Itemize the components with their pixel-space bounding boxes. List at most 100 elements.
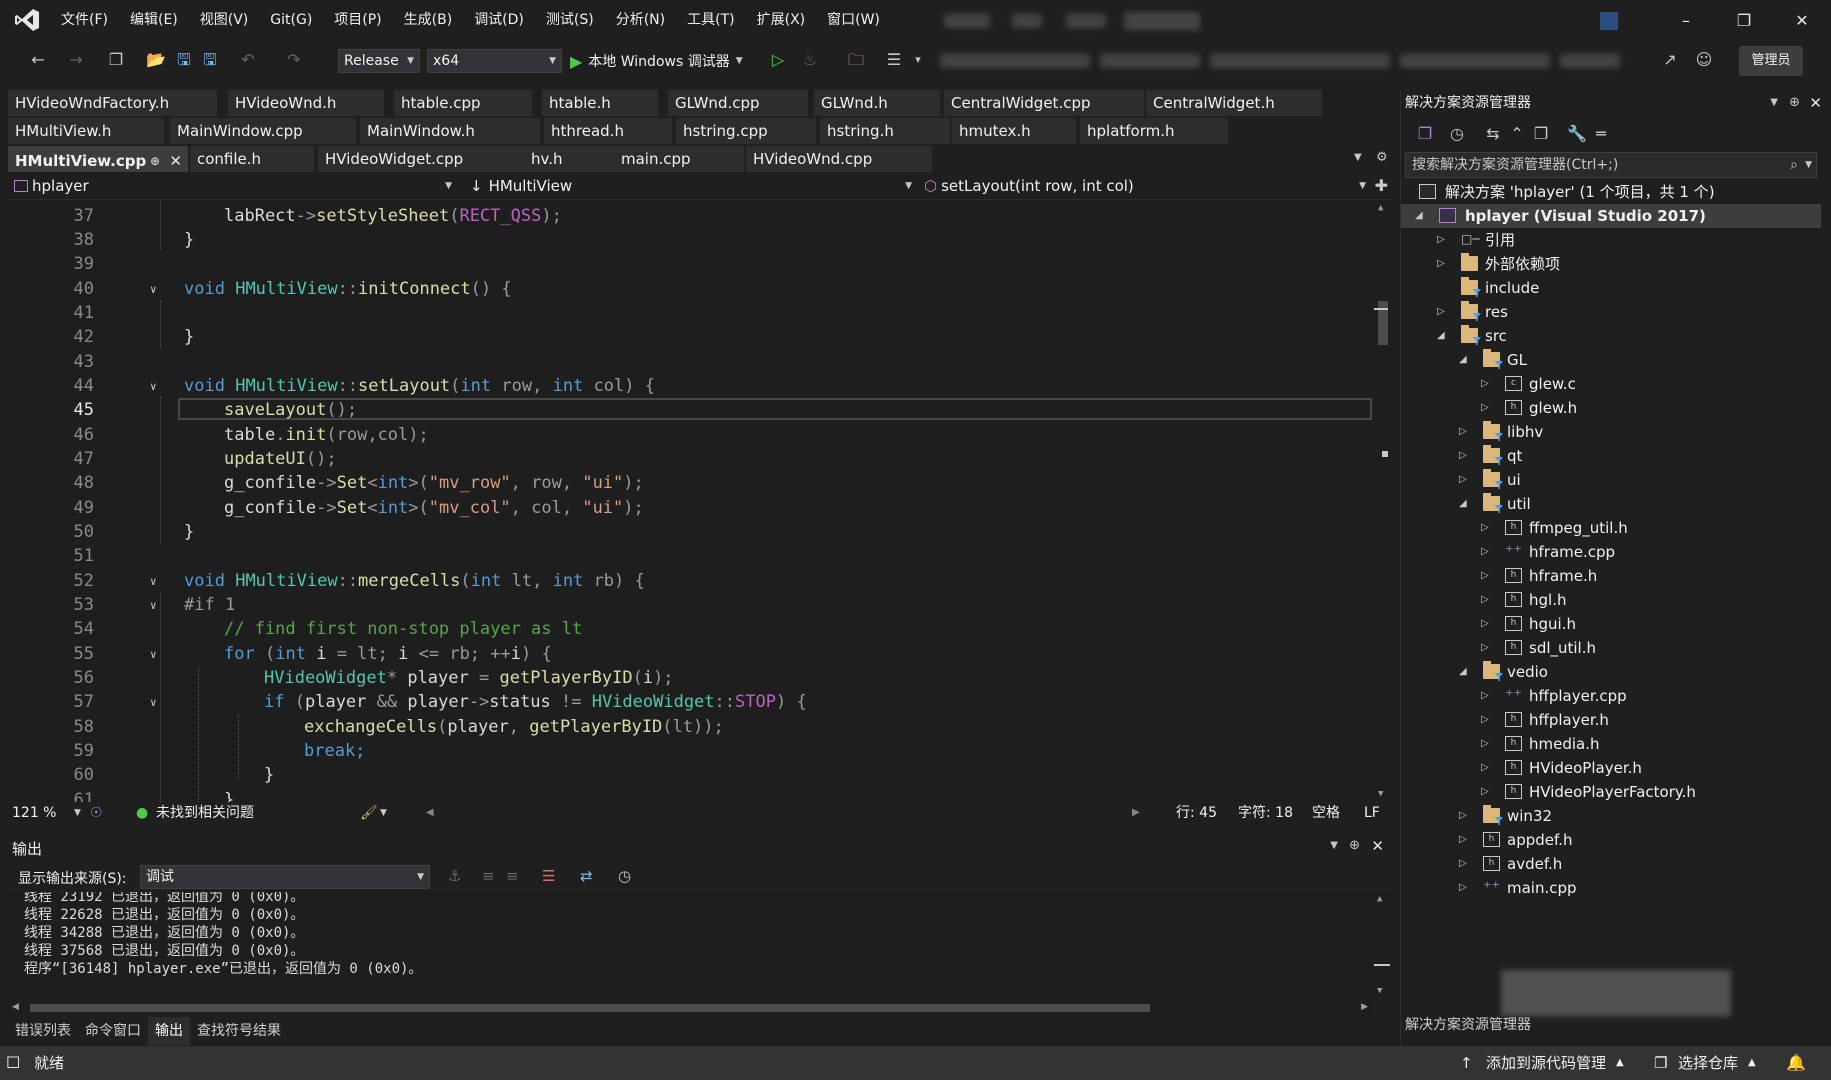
save-all-icon[interactable]: 🖫 [200,50,220,70]
tree-item-qt[interactable]: ▷ qt [1401,444,1821,468]
doc-tab-active[interactable]: HMultiView.cpp ⊕ ✕ [8,146,188,172]
solution-explorer-bottom-tab[interactable]: 解决方案资源管理器 [1401,1010,1831,1040]
pin-icon[interactable]: ⊕ [1789,90,1800,116]
hot-reload-icon[interactable]: ♨ [800,50,820,70]
tree-item-hvideoplayer-h[interactable]: ▷ h HVideoPlayer.h [1401,756,1821,780]
menu-extensions[interactable]: 扩展(X) [746,0,817,40]
tree-item-main-cpp[interactable]: ▷ ⁺⁺ main.cpp [1401,876,1821,900]
output-vertical-scrollbar[interactable]: ▲ ▼ [1372,892,1392,1000]
chevron-down-icon[interactable]: ▼ [1330,840,1338,851]
doc-tab[interactable]: CentralWidget.cpp [944,90,1144,116]
tree-item-src[interactable]: ◢ src [1401,324,1821,348]
start-debugger-button[interactable]: ▶ 本地 Windows 调试器 ▼ [570,49,743,73]
copilot-icon[interactable]: ☉ [90,802,103,824]
navigate-back-icon[interactable]: ← [28,50,48,70]
tab-find-symbol-results[interactable]: 查找符号结果 [190,1017,288,1045]
menu-view[interactable]: 视图(V) [189,0,260,40]
chevron-down-icon[interactable]: ▼ [1805,153,1812,177]
tree-item-glew-c[interactable]: ▷ c glew.c [1401,372,1821,396]
tree-item-sdl-util-h[interactable]: ▷ h sdl_util.h [1401,636,1821,660]
notifications-bell-icon[interactable]: 🔔 [1786,1046,1806,1080]
tree-item-ui[interactable]: ▷ ui [1401,468,1821,492]
tree-item-hmedia-h[interactable]: ▷ h hmedia.h [1401,732,1821,756]
tree-item-glew-h[interactable]: ▷ h glew.h [1401,396,1821,420]
collapsed-triangle-icon[interactable]: ▷ [1459,420,1467,444]
tab-list-dropdown-icon[interactable]: ▼ [1354,152,1362,163]
collapsed-triangle-icon[interactable]: ▷ [1437,228,1445,252]
fold-toggle-icon[interactable]: ∨ [150,380,157,393]
menu-debug[interactable]: 调试(D) [463,0,535,40]
scroll-right-icon[interactable]: ▶ [1361,1002,1368,1012]
doc-tab[interactable]: htable.h [542,90,658,116]
collapsed-triangle-icon[interactable]: ▷ [1459,828,1467,852]
doc-tab[interactable]: CentralWidget.h [1146,90,1322,116]
collapsed-triangle-icon[interactable]: ▷ [1459,876,1467,900]
chevron-down-icon[interactable]: ▼ [1770,90,1778,116]
tree-item-solution[interactable]: 解决方案 'hplayer' (1 个项目，共 1 个) [1401,180,1821,204]
pin-icon[interactable]: ⊕ [150,148,160,172]
collapsed-triangle-icon[interactable]: ▷ [1481,708,1489,732]
cursor-line[interactable]: 行: 45 [1176,802,1217,824]
select-repository-button[interactable]: 选择仓库 [1678,1046,1738,1080]
config-select[interactable]: Release ▼ [338,49,420,73]
indent-mode[interactable]: 空格 [1312,802,1340,824]
doc-tab[interactable]: GLWnd.cpp [668,90,808,116]
tree-item-libhv[interactable]: ▷ libhv [1401,420,1821,444]
tree-item-project[interactable]: ◢ hplayer (Visual Studio 2017) [1401,204,1821,228]
output-source-select[interactable]: 调试 ▼ [140,865,430,889]
scroll-left-icon[interactable]: ◀ [426,802,434,824]
doc-tab[interactable]: MainWindow.h [360,118,540,144]
tree-item-ffmpeg-util-h[interactable]: ▷ h ffmpeg_util.h [1401,516,1821,540]
line-ending[interactable]: LF [1364,802,1380,824]
scroll-right-icon[interactable]: ▶ [1132,802,1140,824]
tree-item-hvideoplayerfactory-h[interactable]: ▷ h HVideoPlayerFactory.h [1401,780,1821,804]
collapsed-triangle-icon[interactable]: ▷ [1459,468,1467,492]
tree-item-include[interactable]: include [1401,276,1821,300]
tree-item-appdef-h[interactable]: ▷ h appdef.h [1401,828,1821,852]
scroll-left-icon[interactable]: ◀ [12,1002,19,1012]
tree-item-avdef-h[interactable]: ▷ h avdef.h [1401,852,1821,876]
menu-build[interactable]: 生成(B) [393,0,464,40]
undo-icon[interactable]: ↶ [238,50,258,70]
tree-item-hgui-h[interactable]: ▷ h hgui.h [1401,612,1821,636]
scroll-down-icon[interactable]: ▼ [1377,986,1382,996]
menu-test[interactable]: 测试(S) [535,0,605,40]
save-icon[interactable]: 🖫 [174,50,194,70]
collapsed-triangle-icon[interactable]: ▷ [1481,732,1489,756]
tree-item-res[interactable]: ▷ res [1401,300,1821,324]
menu-project[interactable]: 项目(P) [323,0,392,40]
doc-tab[interactable]: main.cpp [614,146,744,172]
next-message-icon[interactable]: ≡ [506,867,519,885]
minimize-icon[interactable]: – [1657,0,1715,40]
feedback-icon[interactable]: ☺ [1694,50,1714,70]
issues-status[interactable]: 未找到相关问题 [156,802,254,824]
doc-tab[interactable]: HVideoWndFactory.h [8,90,217,116]
add-to-source-control-button[interactable]: 添加到源代码管理 [1486,1046,1606,1080]
scrollbar-thumb[interactable] [30,1004,1150,1012]
expanded-triangle-icon[interactable]: ◢ [1459,660,1467,684]
prev-message-icon[interactable]: ≡ [482,867,495,885]
menu-window[interactable]: 窗口(W) [816,0,891,40]
menu-file[interactable]: 文件(F) [50,0,119,40]
doc-tab[interactable]: htable.cpp [394,90,532,116]
redo-icon[interactable]: ↷ [284,50,304,70]
chevron-down-icon[interactable]: ▼ [74,802,81,824]
split-editor-icon[interactable]: ✚ [1375,176,1388,195]
doc-tab[interactable]: hv.h [524,146,616,172]
close-tab-icon[interactable]: ✕ [169,148,182,172]
output-horizontal-scrollbar[interactable]: ◀ ▶ [8,1000,1372,1016]
collapsed-triangle-icon[interactable]: ▷ [1481,516,1489,540]
output-text-area[interactable]: 线程 23192 已退出，返回值为 0 (0x0)。 线程 22628 已退出，… [8,892,1392,1000]
settings-gear-icon[interactable]: ⚙ [1376,150,1388,165]
fold-toggle-icon[interactable]: ∨ [150,648,157,661]
tree-item-hffplayer-cpp[interactable]: ▷ ⁺⁺ hffplayer.cpp [1401,684,1821,708]
collapsed-triangle-icon[interactable]: ▷ [1459,444,1467,468]
expanded-triangle-icon[interactable]: ◢ [1415,204,1423,228]
navigate-forward-icon[interactable]: → [66,50,86,70]
zoom-level[interactable]: 121 % [12,802,56,824]
collapsed-triangle-icon[interactable]: ▷ [1481,756,1489,780]
start-without-debug-icon[interactable]: ▷ [768,50,788,70]
cleanup-brush-icon[interactable]: 🖌 [360,802,378,824]
collapsed-triangle-icon[interactable]: ▷ [1481,396,1489,420]
word-wrap-icon[interactable]: ⇄ [580,867,593,885]
